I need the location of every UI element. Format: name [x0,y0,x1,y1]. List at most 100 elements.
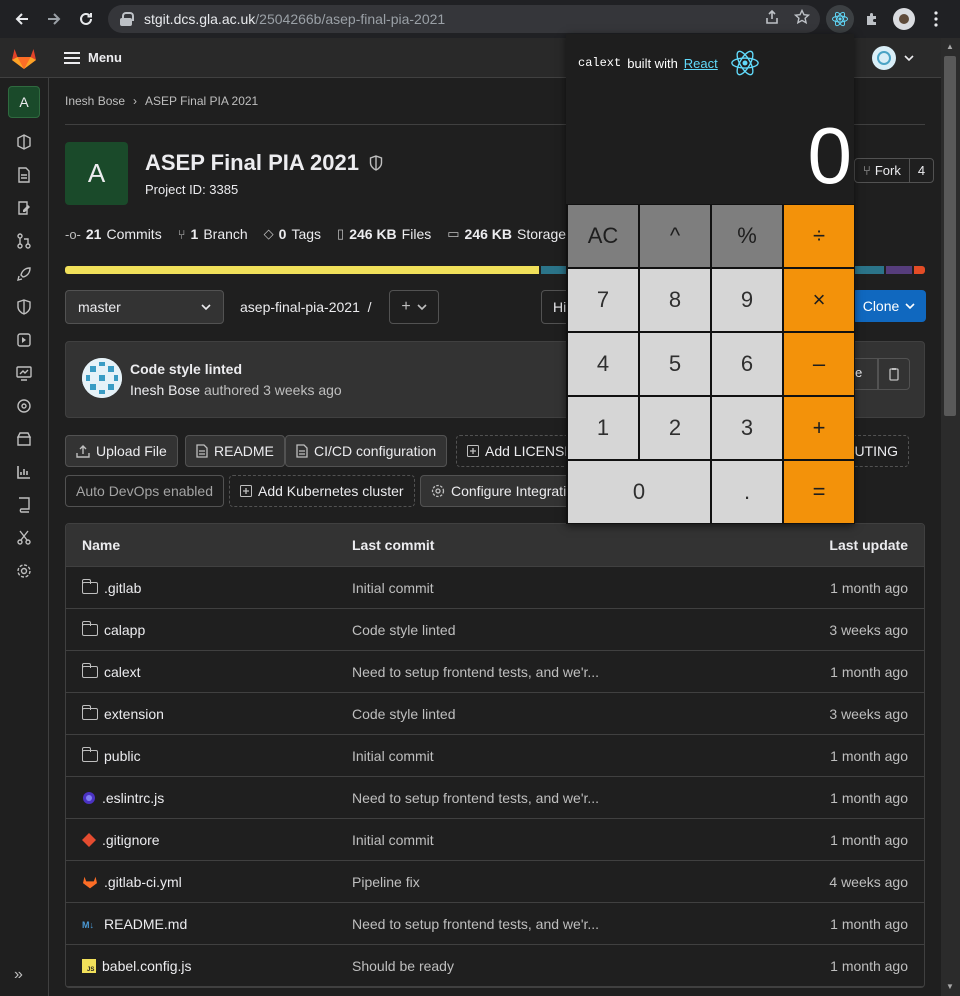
clone-dropdown-button[interactable]: Clone [852,290,926,322]
auto-devops-button[interactable]: Auto DevOps enabled [65,475,224,507]
snippets-icon[interactable] [14,528,34,548]
packages-icon[interactable] [14,429,34,449]
calc-key[interactable]: 1 [567,396,639,460]
last-commit-cell[interactable]: Initial commit [352,832,752,848]
page-scrollbar[interactable]: ▲ ▼ [941,38,960,996]
breadcrumb-project[interactable]: ASEP Final PIA 2021 [145,94,258,108]
wiki-icon[interactable] [14,495,34,515]
branches-stat[interactable]: ⑂ 1 Branch [178,226,248,242]
project-overview-icon[interactable] [14,132,34,152]
calc-key[interactable]: . [711,460,783,524]
user-avatar-dropdown[interactable] [872,46,914,70]
file-name-cell[interactable]: JS babel.config.js [66,958,352,974]
bookmark-star-icon[interactable] [793,8,811,29]
fork-button[interactable]: ⑂ Fork 4 [854,158,935,183]
calc-key[interactable]: 6 [711,332,783,396]
file-name-cell[interactable]: calapp [66,620,352,638]
table-row[interactable]: .gitlab Initial commit 1 month ago [66,567,924,609]
calc-key[interactable]: 7 [567,268,639,332]
scroll-down-icon[interactable]: ▼ [946,982,954,991]
files-stat[interactable]: ▯ 246 KB Files [337,226,431,242]
merge-requests-icon[interactable] [14,231,34,251]
file-name-cell[interactable]: calext [66,662,352,680]
add-to-tree-dropdown[interactable]: + [389,290,439,324]
tags-stat[interactable]: ◇ 0 Tags [264,226,321,242]
scroll-up-icon[interactable]: ▲ [946,42,954,51]
last-commit-cell[interactable]: Initial commit [352,580,752,596]
repository-icon[interactable] [14,165,34,185]
calc-key[interactable]: – [783,332,855,396]
cicd-rocket-icon[interactable] [14,264,34,284]
commit-title[interactable]: Code style linted [130,361,242,377]
share-icon[interactable] [764,9,780,29]
configure-integrations-button[interactable]: Configure Integrati [420,475,578,507]
table-row[interactable]: M↓ README.md Need to setup frontend tests,… [66,903,924,945]
last-commit-cell[interactable]: Pipeline fix [352,874,752,890]
calc-key[interactable]: 4 [567,332,639,396]
issues-icon[interactable] [14,198,34,218]
file-name[interactable]: .gitignore [102,832,160,848]
file-name[interactable]: calapp [104,622,145,638]
settings-gear-icon[interactable] [14,561,34,581]
last-commit-cell[interactable]: Need to setup frontend tests, and we'r..… [352,790,752,806]
monitor-icon[interactable] [14,363,34,383]
file-name-cell[interactable]: .gitlab [66,578,352,596]
add-contributing-button[interactable]: BUTING [845,435,909,467]
analytics-icon[interactable] [14,462,34,482]
file-name[interactable]: .eslintrc.js [102,790,164,806]
calc-key[interactable]: % [711,204,783,268]
calc-key[interactable]: ÷ [783,204,855,268]
reload-button[interactable] [70,0,102,38]
calc-key[interactable]: × [783,268,855,332]
calc-key[interactable]: 0 [567,460,711,524]
address-bar[interactable]: stgit.dcs.gla.ac.uk/2504266b/asep-final-… [108,5,820,33]
extensions-button[interactable] [858,5,886,33]
file-name-cell[interactable]: .eslintrc.js [66,790,352,806]
calc-key[interactable]: 5 [639,332,711,396]
gitlab-logo[interactable] [0,38,48,78]
file-name[interactable]: extension [104,706,164,722]
file-name[interactable]: README.md [104,916,187,932]
table-row[interactable]: calext Need to setup frontend tests, and … [66,651,924,693]
last-commit-cell[interactable]: Need to setup frontend tests, and we'r..… [352,664,752,680]
project-avatar-small[interactable]: A [8,86,40,118]
file-name[interactable]: .gitlab-ci.yml [104,874,182,890]
calc-key[interactable]: AC [567,204,639,268]
calc-key[interactable]: 2 [639,396,711,460]
breadcrumb-owner[interactable]: Inesh Bose [65,94,125,108]
table-row[interactable]: .eslintrc.js Need to setup frontend tests… [66,777,924,819]
calc-key[interactable]: 3 [711,396,783,460]
file-name-cell[interactable]: extension [66,704,352,722]
storage-stat[interactable]: ▭ 246 KB Storage [447,226,566,242]
commits-stat[interactable]: -o- 21 Commits [65,226,162,242]
calc-key[interactable]: + [783,396,855,460]
react-link[interactable]: React [684,56,718,71]
browser-menu-button[interactable] [922,5,950,33]
copy-sha-button[interactable] [878,358,910,390]
table-row[interactable]: .gitignore Initial commit 1 month ago [66,819,924,861]
branch-selector[interactable]: master [65,290,224,324]
commit-author[interactable]: Inesh Bose [130,382,200,398]
cicd-configuration-button[interactable]: CI/CD configuration [285,435,448,467]
scroll-thumb[interactable] [944,56,956,416]
upload-file-button[interactable]: Upload File [65,435,178,467]
readme-button[interactable]: README [185,435,285,467]
table-row[interactable]: JS babel.config.js Should be ready 1 month … [66,945,924,987]
calc-key[interactable]: = [783,460,855,524]
infrastructure-icon[interactable] [14,396,34,416]
file-name[interactable]: calext [104,664,141,680]
forward-button[interactable] [38,0,70,38]
security-shield-icon[interactable] [14,297,34,317]
back-button[interactable] [6,0,38,38]
file-name-cell[interactable]: M↓ README.md [66,916,352,932]
add-kubernetes-button[interactable]: Add Kubernetes cluster [229,475,415,507]
fork-count[interactable]: 4 [908,159,933,182]
calc-key[interactable]: ^ [639,204,711,268]
file-name-cell[interactable]: public [66,746,352,764]
profile-button[interactable] [890,5,918,33]
table-row[interactable]: public Initial commit 1 month ago [66,735,924,777]
repo-path-link[interactable]: asep-final-pia-2021 [240,299,360,315]
file-name[interactable]: babel.config.js [102,958,192,974]
last-commit-cell[interactable]: Need to setup frontend tests, and we'r..… [352,916,752,932]
file-name[interactable]: public [104,748,141,764]
